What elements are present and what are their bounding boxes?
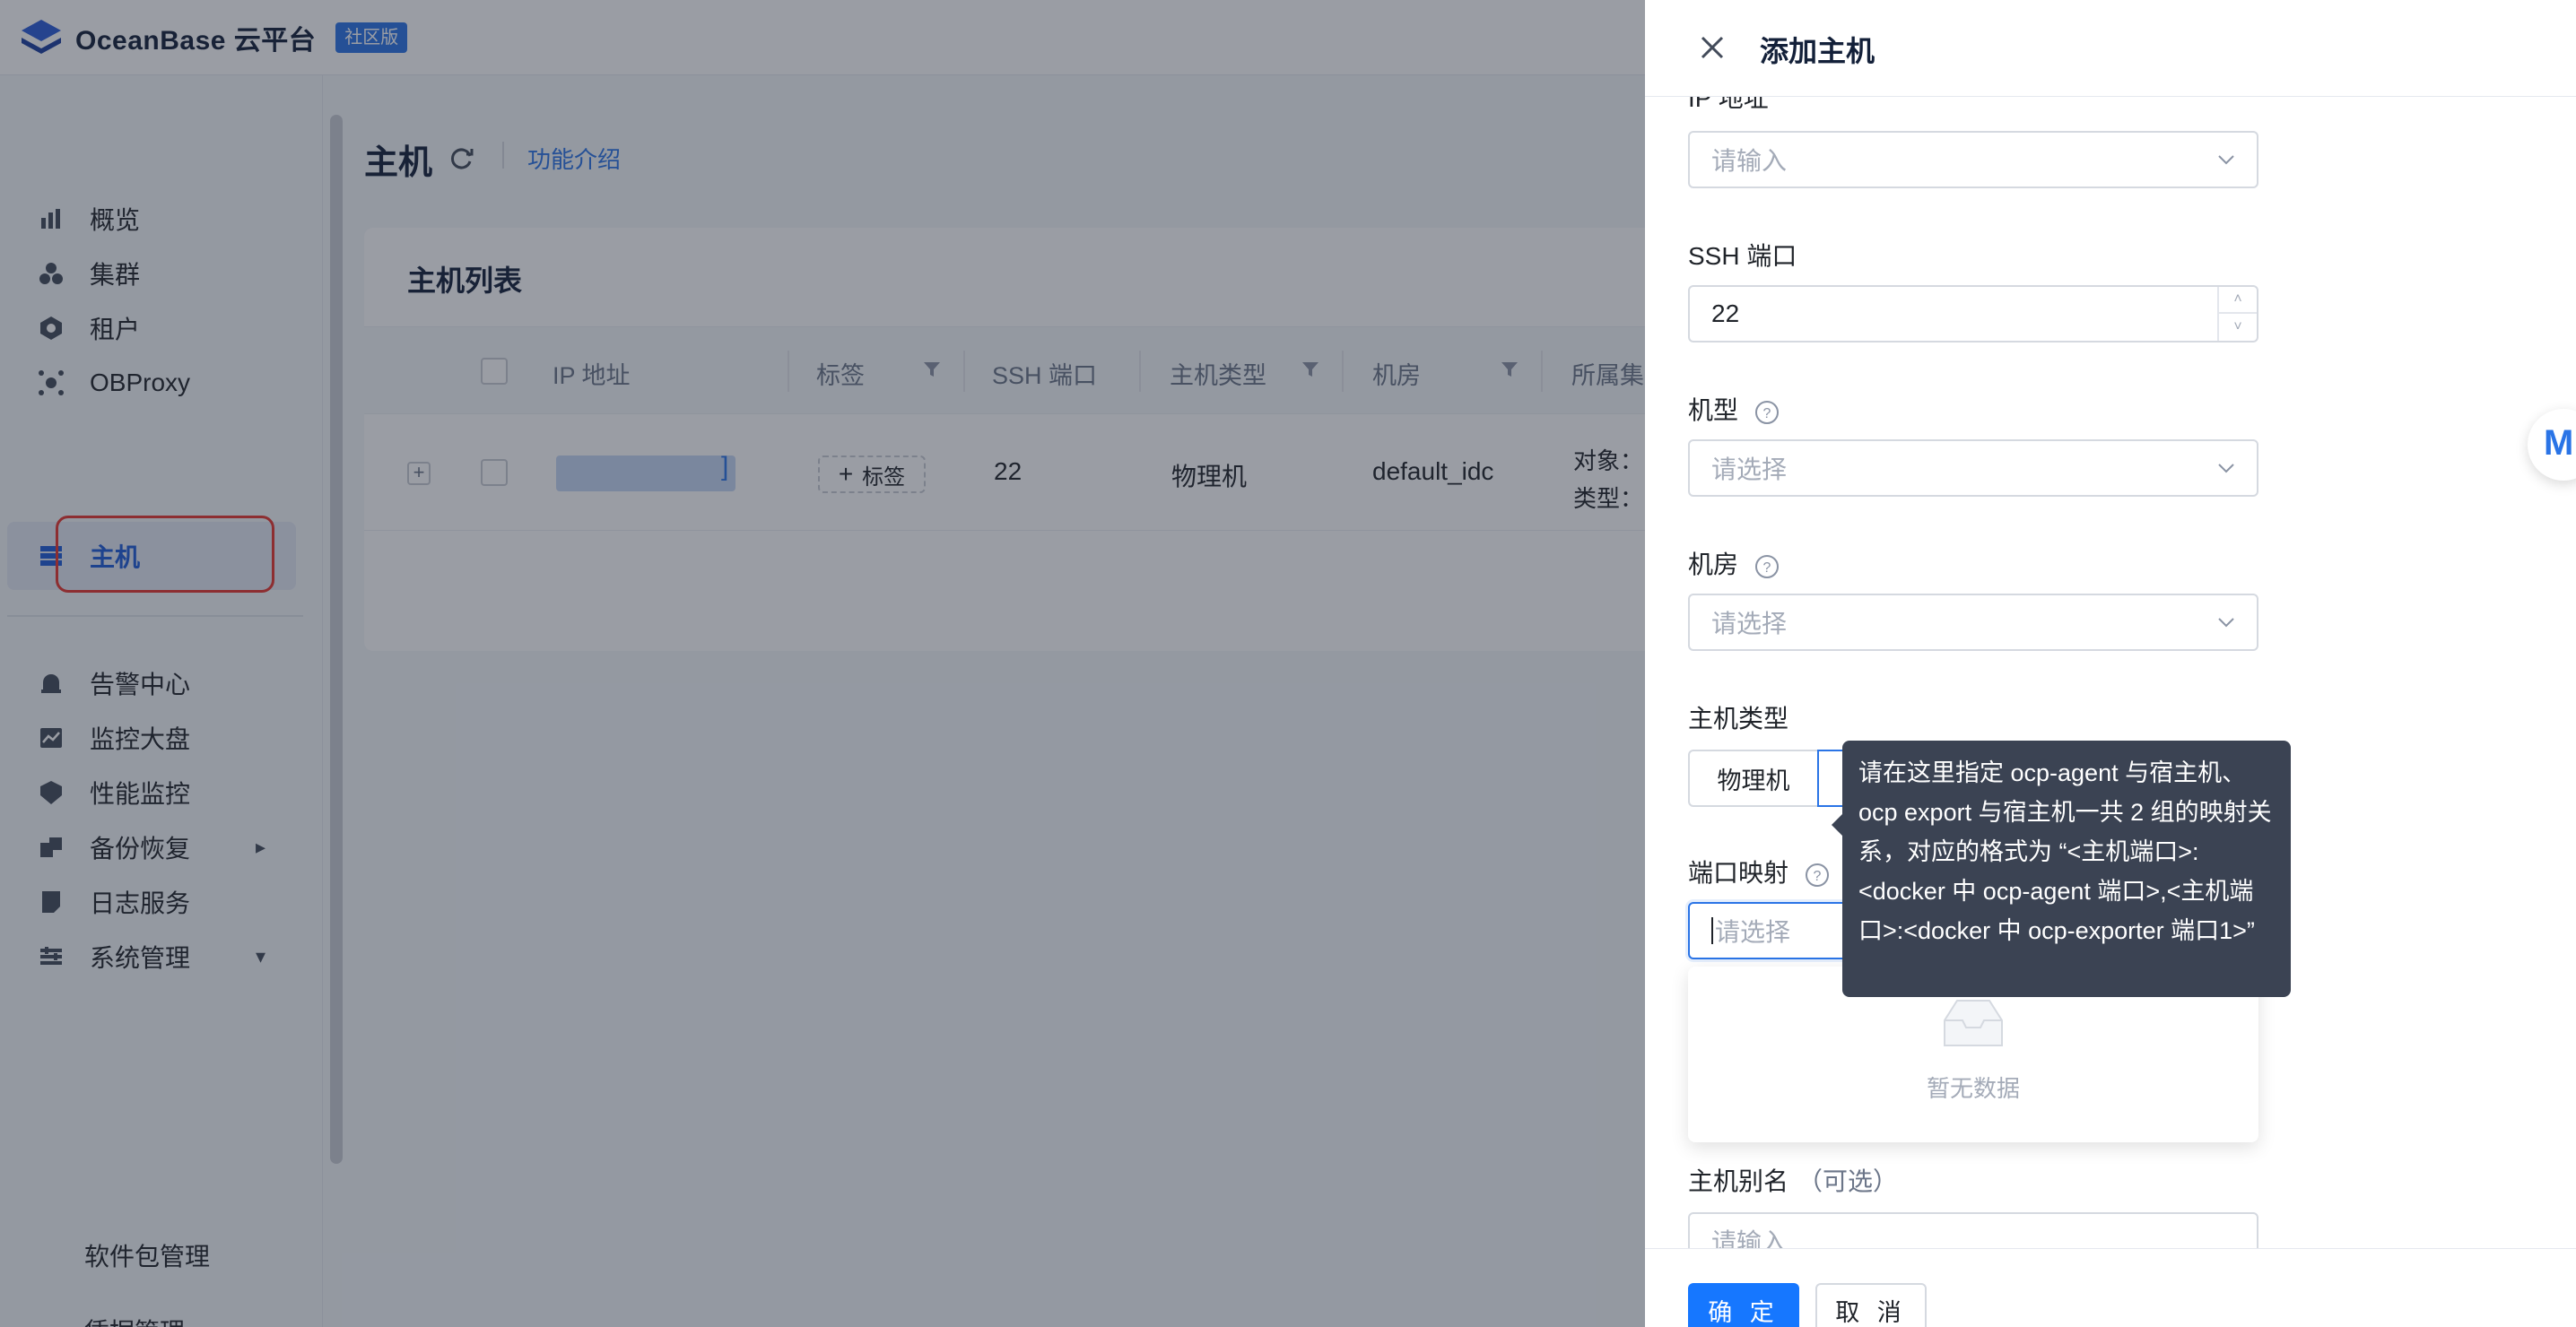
model-select[interactable]: 请选择 bbox=[1688, 439, 2258, 497]
idc-select[interactable]: 请选择 bbox=[1688, 594, 2258, 651]
tooltip-text: 请在这里指定 ocp-agent 与宿主机、ocp export 与宿主机一共 … bbox=[1858, 759, 2272, 944]
ssh-port-stepper[interactable]: ˄ ˅ bbox=[2217, 287, 2257, 341]
chevron-down-icon bbox=[2218, 155, 2234, 165]
drawer-mask[interactable] bbox=[0, 0, 1645, 1327]
ssh-port-label: SSH 端口 bbox=[1688, 242, 1797, 270]
idc-placeholder: 请选择 bbox=[1711, 610, 1788, 637]
model-label: 机型 ? bbox=[1688, 391, 1780, 427]
ip-select[interactable]: 请输入 bbox=[1688, 131, 2258, 188]
idc-label: 机房 ? bbox=[1688, 545, 1780, 581]
empty-text: 暂无数据 bbox=[1926, 1075, 2020, 1102]
stepper-down-icon[interactable]: ˅ bbox=[2219, 314, 2257, 341]
svg-text:?: ? bbox=[1813, 869, 1821, 884]
model-label-text: 机型 bbox=[1688, 396, 1739, 424]
drawer-title: 添加主机 bbox=[1760, 35, 1875, 67]
alias-optional-text: （可选） bbox=[1797, 1167, 1899, 1195]
cancel-button[interactable]: 取 消 bbox=[1815, 1283, 1927, 1327]
stepper-up-icon[interactable]: ˄ bbox=[2219, 287, 2257, 314]
port-map-tooltip: 请在这里指定 ocp-agent 与宿主机、ocp export 与宿主机一共 … bbox=[1832, 741, 2291, 997]
drawer-footer: 确 定 取 消 bbox=[1645, 1248, 2576, 1327]
port-map-label: 端口映射 ? bbox=[1688, 854, 1830, 889]
svg-text:?: ? bbox=[1762, 560, 1771, 576]
host-type-label: 主机类型 bbox=[1688, 705, 1789, 733]
app-root: OceanBase 云平台 社区版 概览 集群 租户 OBProxy 主机 告警… bbox=[0, 0, 2576, 1327]
add-host-form: IP 地址 请输入 SSH 端口 22 ˄ ˅ 机型 ? 请选择 机房 ? 请选… bbox=[1645, 97, 2576, 1253]
ssh-port-input[interactable]: 22 ˄ ˅ bbox=[1688, 285, 2258, 343]
help-icon[interactable]: ? bbox=[1754, 400, 1780, 425]
ssh-port-value: 22 bbox=[1711, 299, 1740, 327]
chevron-down-icon bbox=[2218, 464, 2234, 473]
ip-placeholder: 请输入 bbox=[1711, 147, 1788, 175]
svg-text:?: ? bbox=[1762, 406, 1771, 421]
model-placeholder: 请选择 bbox=[1711, 455, 1788, 483]
text-caret bbox=[1711, 917, 1713, 944]
add-host-drawer: 添加主机 IP 地址 请输入 SSH 端口 22 ˄ ˅ 机型 ? 请选择 机房… bbox=[1645, 0, 2576, 1327]
confirm-button[interactable]: 确 定 bbox=[1688, 1283, 1799, 1327]
host-type-option-physical[interactable]: 物理机 bbox=[1688, 750, 1819, 807]
port-map-placeholder: 请选择 bbox=[1715, 918, 1791, 946]
alias-label-text: 主机别名 bbox=[1688, 1167, 1789, 1195]
assistant-logo-icon: M bbox=[2544, 423, 2574, 463]
ip-label: IP 地址 bbox=[1688, 97, 1769, 112]
help-icon[interactable]: ? bbox=[1805, 863, 1830, 888]
chevron-down-icon bbox=[2218, 618, 2234, 628]
alias-label: 主机别名 （可选） bbox=[1688, 1162, 1898, 1198]
drawer-header: 添加主机 bbox=[1645, 0, 2576, 97]
help-icon[interactable]: ? bbox=[1754, 554, 1780, 579]
empty-box-icon bbox=[1944, 1000, 2003, 1046]
tooltip-arrow bbox=[1832, 814, 1842, 836]
port-map-label-text: 端口映射 bbox=[1688, 859, 1789, 887]
idc-label-text: 机房 bbox=[1688, 551, 1739, 578]
close-icon[interactable] bbox=[1697, 32, 1727, 63]
